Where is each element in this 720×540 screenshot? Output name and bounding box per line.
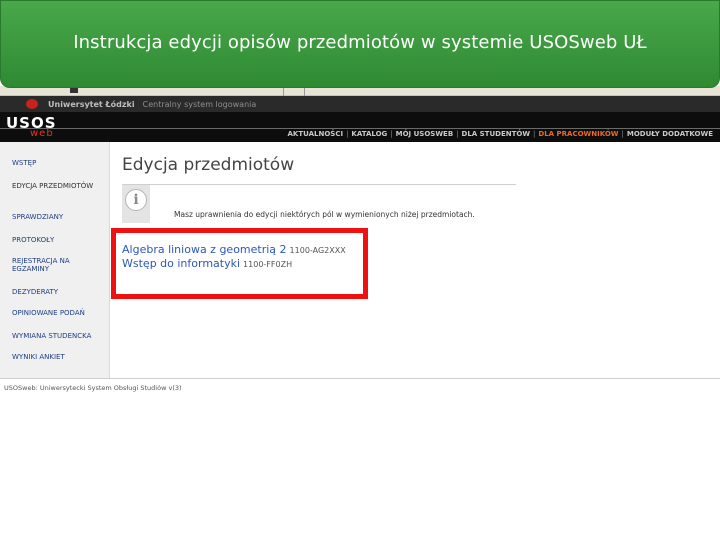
nav-katalog[interactable]: KATALOG (351, 130, 387, 138)
university-logo-icon (26, 99, 38, 109)
sidebar-item-edycja-przedmiotow[interactable]: EDYCJA PRZEDMIOTÓW (12, 182, 102, 190)
nav-dla-studentow[interactable]: DLA STUDENTÓW (462, 130, 531, 138)
university-name: Uniwersytet Łódzki (48, 99, 135, 109)
info-message-text: Masz uprawnienia do edycji niektórych pó… (174, 210, 475, 219)
info-message: i Masz uprawnienia do edycji niektórych … (122, 184, 516, 223)
page-footer: USOSweb: Uniwersytecki System Obsługi St… (0, 378, 720, 429)
nav-separator: | (346, 130, 349, 138)
nav-moj-usosweb[interactable]: MÓJ USOSWEB (396, 130, 454, 138)
page-title: Edycja przedmiotów (122, 155, 295, 175)
footer-text: USOSweb: Uniwersytecki System Obsługi St… (4, 384, 182, 392)
sidebar-item-protokoly[interactable]: PROTOKOŁY (12, 236, 102, 244)
nav-separator: | (621, 130, 624, 138)
sidebar-item-dezyderaty[interactable]: DEZYDERATY (12, 288, 102, 296)
slide-title: Instrukcja edycji opisów przedmiotów w s… (73, 31, 647, 53)
sidebar-menu: WSTĘP EDYCJA PRZEDMIOTÓW SPRAWDZIANY PRO… (0, 142, 110, 378)
sidebar-item-wyniki-ankiet[interactable]: WYNIKI ANKIET (12, 353, 102, 361)
university-bar: Uniwersytet Łódzki Centralny system logo… (0, 96, 720, 112)
top-navigation: AKTUALNOŚCI | KATALOG | MÓJ USOSWEB | DL… (285, 130, 717, 138)
usosweb-header: USOS web AKTUALNOŚCI | KATALOG | MÓJ USO… (0, 112, 720, 142)
header-divider (0, 128, 720, 129)
course-list-highlight (111, 228, 368, 299)
sidebar-item-wymiana-studencka[interactable]: WYMIANA STUDENCKA (12, 332, 102, 340)
web-logo: web (30, 128, 54, 139)
nav-separator: | (456, 130, 459, 138)
nav-aktualnosci[interactable]: AKTUALNOŚCI (288, 130, 344, 138)
nav-dla-pracownikow[interactable]: DLA PRACOWNIKÓW (538, 130, 618, 138)
slide-title-banner: Instrukcja edycji opisów przedmiotów w s… (0, 0, 720, 88)
sidebar-item-rejestracja[interactable]: REJESTRACJA NA EGZAMINY (12, 257, 102, 273)
nav-separator: | (533, 130, 536, 138)
sidebar-item-wstep[interactable]: WSTĘP (12, 159, 102, 167)
info-icon: i (125, 189, 147, 211)
sidebar-item-sprawdziany[interactable]: SPRAWDZIANY (12, 213, 102, 221)
nav-moduly-dodatkowe[interactable]: MODUŁY DODATKOWE (627, 130, 713, 138)
system-name[interactable]: Centralny system logowania (143, 100, 257, 109)
nav-separator: | (390, 130, 393, 138)
sidebar-item-opiniowanie-podan[interactable]: OPINIOWANE PODAŃ (12, 309, 102, 317)
